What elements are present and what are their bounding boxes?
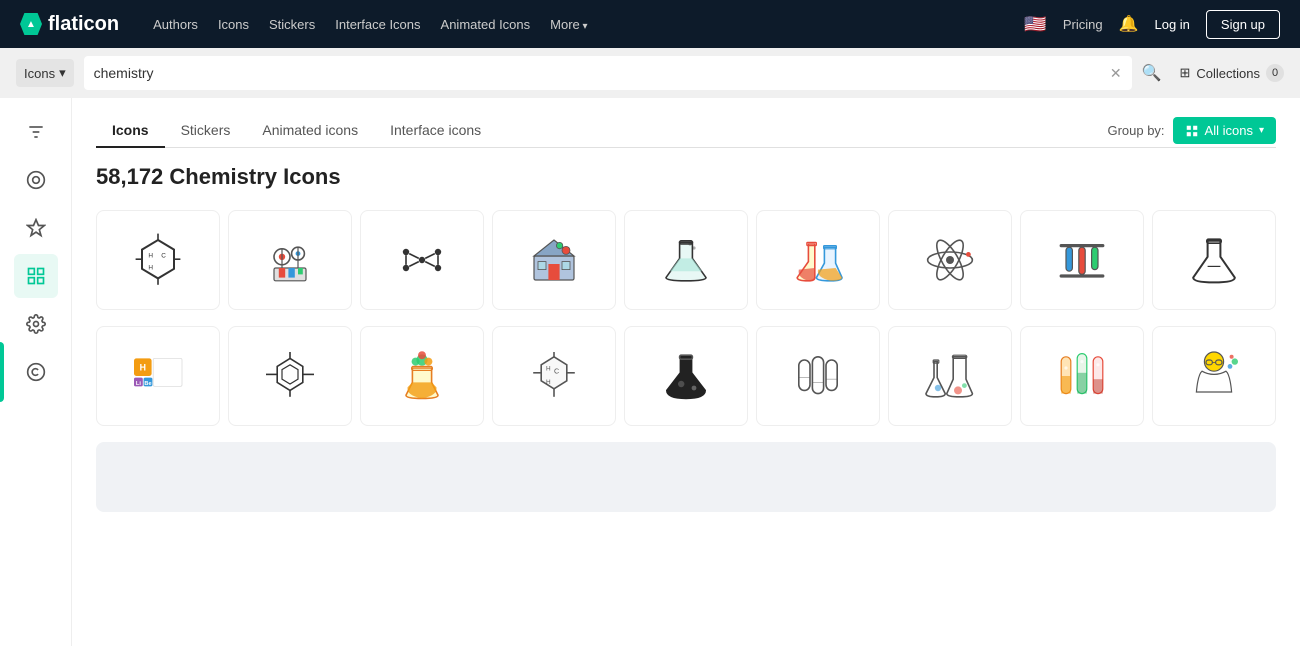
search-type-select[interactable]: Icons ▾ — [16, 59, 74, 87]
icon-item[interactable] — [360, 326, 484, 426]
login-button[interactable]: Log in — [1154, 17, 1189, 32]
dropdown-chevron-icon: ▾ — [59, 65, 66, 81]
nav-interface-icons[interactable]: Interface Icons — [335, 17, 420, 32]
tab-interface-icons[interactable]: Interface icons — [374, 114, 497, 148]
collections-label: Collections — [1196, 66, 1260, 81]
icon-item[interactable] — [1152, 210, 1276, 310]
sidebar-item-palette[interactable] — [14, 158, 58, 202]
icon-item[interactable] — [756, 326, 880, 426]
all-icons-button[interactable]: All icons ▾ — [1173, 117, 1276, 144]
collections-count: 0 — [1266, 64, 1284, 82]
notification-icon[interactable]: 🔔 — [1119, 14, 1139, 34]
tab-animated-icons[interactable]: Animated icons — [246, 114, 374, 148]
nav-links: Authors Icons Stickers Interface Icons A… — [153, 17, 587, 32]
tab-bar: Icons Stickers Animated icons Interface … — [96, 114, 1276, 148]
logo-icon: ▲ — [20, 13, 42, 35]
icon-item[interactable]: H C H — [492, 326, 616, 426]
icon-item[interactable] — [492, 210, 616, 310]
nav-animated-icons[interactable]: Animated Icons — [441, 17, 531, 32]
search-input[interactable] — [94, 65, 1102, 81]
svg-text:H: H — [546, 365, 551, 372]
all-icons-label: All icons — [1205, 123, 1253, 138]
results-title: 58,172 Chemistry Icons — [96, 164, 1276, 190]
tab-stickers[interactable]: Stickers — [165, 114, 247, 148]
sidebar-item-settings[interactable] — [14, 302, 58, 346]
icon-item[interactable] — [888, 326, 1012, 426]
svg-text:H: H — [148, 253, 153, 260]
svg-text:C: C — [554, 367, 559, 376]
clear-icon[interactable]: ✕ — [1110, 65, 1122, 82]
svg-text:H: H — [148, 265, 153, 272]
search-icon[interactable]: 🔍 — [1142, 63, 1162, 83]
icons-grid-row1: H C H — [96, 210, 1276, 310]
nav-icons[interactable]: Icons — [218, 17, 249, 32]
sidebar-item-filters[interactable] — [14, 110, 58, 154]
icon-item[interactable] — [1020, 326, 1144, 426]
language-flag[interactable]: 🇺🇸 — [1024, 14, 1046, 35]
svg-text:H: H — [546, 379, 551, 386]
all-icons-chevron-icon: ▾ — [1259, 125, 1264, 136]
icon-item[interactable] — [360, 210, 484, 310]
sidebar-active-indicator — [0, 342, 4, 402]
sidebar-item-favorites[interactable] — [14, 206, 58, 250]
icon-item[interactable] — [228, 326, 352, 426]
grid-icon — [1185, 124, 1199, 138]
search-input-wrap: ✕ — [84, 56, 1132, 90]
brand-name: flaticon — [48, 13, 119, 36]
icon-item[interactable] — [756, 210, 880, 310]
promo-bar — [96, 442, 1276, 512]
icon-item[interactable]: H Li Be — [96, 326, 220, 426]
search-type-label: Icons — [24, 66, 55, 81]
collections-button[interactable]: ⊞ Collections 0 — [1180, 64, 1285, 82]
main-content: Icons Stickers Animated icons Interface … — [72, 98, 1300, 646]
group-by-label: Group by: — [1107, 123, 1164, 138]
group-by-control: Group by: All icons ▾ — [1107, 117, 1276, 144]
sidebar-item-copyright[interactable] — [14, 350, 58, 394]
collections-grid-icon: ⊞ — [1180, 65, 1191, 81]
main-layout: Icons Stickers Animated icons Interface … — [0, 98, 1300, 646]
icon-item[interactable] — [1152, 326, 1276, 426]
svg-text:Li: Li — [136, 381, 141, 387]
nav-authors[interactable]: Authors — [153, 17, 198, 32]
search-bar: Icons ▾ ✕ 🔍 ⊞ Collections 0 — [0, 48, 1300, 98]
icon-item[interactable] — [228, 210, 352, 310]
svg-text:Be: Be — [144, 381, 151, 387]
topnav: ▲ flaticon Authors Icons Stickers Interf… — [0, 0, 1300, 48]
nav-stickers[interactable]: Stickers — [269, 17, 315, 32]
signup-button[interactable]: Sign up — [1206, 10, 1280, 39]
sidebar — [0, 98, 72, 646]
icons-grid-row2: H Li Be — [96, 326, 1276, 426]
svg-text:H: H — [140, 362, 146, 372]
sidebar-item-grid[interactable] — [14, 254, 58, 298]
svg-text:C: C — [161, 253, 166, 260]
icon-item[interactable] — [1020, 210, 1144, 310]
pricing-link[interactable]: Pricing — [1063, 17, 1103, 32]
icon-item[interactable] — [624, 326, 748, 426]
logo[interactable]: ▲ flaticon — [20, 13, 119, 36]
nav-right: 🇺🇸 Pricing 🔔 Log in Sign up — [1024, 10, 1280, 39]
tab-icons[interactable]: Icons — [96, 114, 165, 148]
nav-more[interactable]: More — [550, 17, 587, 32]
icon-item[interactable]: H C H — [96, 210, 220, 310]
icon-item[interactable] — [624, 210, 748, 310]
icon-item[interactable] — [888, 210, 1012, 310]
